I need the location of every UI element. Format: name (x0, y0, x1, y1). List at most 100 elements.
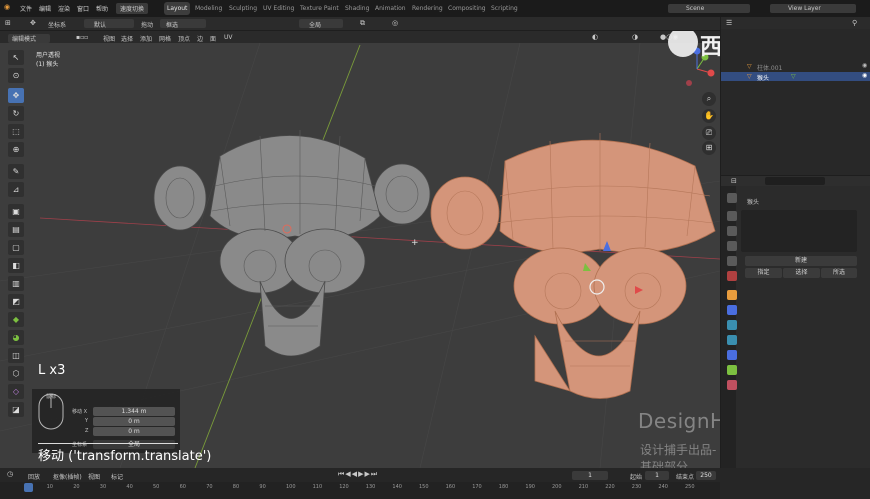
monkey-mesh-selected[interactable] (425, 121, 720, 401)
zoom-icon[interactable]: ⌕ (702, 92, 716, 106)
bevel-tool[interactable]: ◧ (8, 258, 24, 273)
move-y-field[interactable]: 0 m (93, 417, 175, 426)
move-z-field[interactable]: 0 m (93, 427, 175, 436)
scene-selector[interactable]: Scene (668, 4, 750, 13)
current-frame-field[interactable]: 1 (572, 471, 608, 480)
tab-output-icon[interactable] (727, 226, 737, 236)
move-x-field[interactable]: 1.344 m (93, 407, 175, 416)
inset-tool[interactable]: ▢ (8, 240, 24, 255)
vertex-group-list[interactable] (741, 210, 857, 252)
tab-constraints-icon[interactable] (727, 350, 737, 360)
tab-object-icon[interactable] (727, 290, 737, 300)
tab-compositing[interactable]: Compositing (445, 2, 489, 15)
move-tool[interactable]: ✥ (8, 88, 24, 103)
measure-tool[interactable]: ⊿ (8, 182, 24, 197)
menu-marker[interactable]: 标记 (111, 472, 123, 481)
tab-modifier-icon[interactable] (727, 305, 737, 315)
menu-timeline-view[interactable]: 视图 (88, 472, 100, 481)
tab-physics-icon[interactable] (727, 335, 737, 345)
rip-tool[interactable]: ◪ (8, 402, 24, 417)
drag-dropdown[interactable]: 框选 (160, 19, 206, 29)
3d-viewport[interactable]: 编辑模式 ▪▫▫ 视图 选择 添加 网格 顶点 边 面 UV ◐ ◑ ●○◉ + (0, 31, 720, 468)
tab-layout[interactable]: Layout (164, 2, 191, 15)
pivot-dropdown[interactable]: 全局 (299, 19, 343, 29)
mesh-icon: ▽ (747, 73, 752, 80)
playback-controls-icon[interactable]: ⏮◀◀▶▶⏭ (338, 470, 378, 479)
mode-switch-button[interactable]: 速度切换 (116, 3, 149, 14)
filter-icon[interactable]: ⚲ (852, 19, 857, 27)
menu-help[interactable]: 帮助 (96, 4, 108, 13)
playhead[interactable] (24, 483, 33, 492)
rotate-tool[interactable]: ↻ (8, 106, 24, 121)
shear-tool[interactable]: ◇ (8, 384, 24, 399)
grid-view-icon[interactable]: ⊞ (702, 141, 716, 155)
deselect-button[interactable]: 所选 (821, 268, 857, 278)
tab-view-layer-icon[interactable] (727, 241, 737, 251)
visibility-eye-icon[interactable]: ◉ (862, 72, 867, 79)
outliner-type-icon[interactable]: ☰ (726, 19, 732, 27)
add-cube-tool[interactable]: ▣ (8, 204, 24, 219)
end-frame-field[interactable]: 250 (696, 471, 716, 480)
tab-material-icon[interactable] (727, 380, 737, 390)
camera-view-icon[interactable]: ⎚ (702, 126, 716, 140)
poly-build-tool[interactable]: ◆ (8, 312, 24, 327)
editor-type-icon[interactable]: ⊞ (5, 19, 11, 27)
shrink-tool[interactable]: ⬡ (8, 366, 24, 381)
tab-particles-icon[interactable] (727, 320, 737, 330)
visibility-eye-icon[interactable]: ◉ (862, 62, 867, 69)
drag-value: 框选 (166, 22, 179, 29)
menu-edit[interactable]: 编辑 (39, 4, 51, 13)
select-button[interactable]: 选择 (783, 268, 820, 278)
tab-uv-editing[interactable]: UV Editing (260, 2, 297, 15)
tab-rendering[interactable]: Rendering (409, 2, 446, 15)
orientation-dropdown[interactable]: 默认 (84, 19, 134, 29)
menu-keying[interactable]: 抠像(插帧) (53, 472, 82, 481)
properties-search[interactable] (765, 177, 825, 185)
tab-world-icon[interactable] (727, 271, 737, 281)
snap-icon[interactable]: ⧉ (360, 19, 365, 28)
tab-scripting[interactable]: Scripting (488, 2, 521, 15)
new-button[interactable]: 新建 (745, 256, 857, 266)
tab-texture-paint[interactable]: Texture Paint (297, 2, 342, 15)
tab-modeling[interactable]: Modeling (192, 2, 225, 15)
drag-label: 拖动 (141, 22, 154, 29)
move-tool-icon[interactable]: ✥ (30, 19, 36, 27)
spin-tool[interactable]: ◕ (8, 330, 24, 345)
loop-cut-tool[interactable]: ▥ (8, 276, 24, 291)
mesh-data-icon: ▽ (791, 73, 796, 80)
monkey-mesh-grey[interactable] (150, 116, 440, 356)
menu-playback[interactable]: 回放 (28, 472, 40, 481)
tab-tool-icon[interactable] (727, 193, 737, 203)
menu-file[interactable]: 文件 (20, 4, 32, 13)
proportional-edit-icon[interactable]: ◎ (392, 19, 398, 27)
timeline-tick: 120 (339, 484, 349, 490)
tab-shading[interactable]: Shading (342, 2, 372, 15)
view-layer-selector[interactable]: View Layer (770, 4, 856, 13)
loop-cut-icon: ▥ (12, 279, 20, 288)
extrude-tool[interactable]: ▤ (8, 222, 24, 237)
annotate-tool[interactable]: ✎ (8, 164, 24, 179)
tab-sculpting[interactable]: Sculpting (226, 2, 260, 15)
tab-data-icon[interactable] (727, 365, 737, 375)
smooth-tool[interactable]: ◫ (8, 348, 24, 363)
transform-tool[interactable]: ⊕ (8, 142, 24, 157)
start-frame-field[interactable]: 1 (645, 471, 669, 480)
scale-tool[interactable]: ⬚ (8, 124, 24, 139)
knife-tool[interactable]: ◩ (8, 294, 24, 309)
select-tool[interactable]: ↖ (8, 50, 24, 65)
tab-animation[interactable]: Animation (372, 2, 409, 15)
tab-render-icon[interactable] (727, 211, 737, 221)
timeline-type-icon[interactable]: ◷ (7, 470, 13, 478)
ruler-icon: ⊿ (12, 185, 20, 194)
assign-button[interactable]: 指定 (745, 268, 782, 278)
menu-render[interactable]: 渲染 (58, 4, 70, 13)
blender-logo-icon[interactable]: ◉ (4, 3, 10, 11)
menu-window[interactable]: 窗口 (77, 4, 89, 13)
properties-type-icon[interactable]: ⊟ (731, 177, 737, 185)
cursor-tool[interactable]: ⊙ (8, 68, 24, 83)
pan-hand-icon[interactable]: ✋ (702, 109, 716, 123)
list-item[interactable]: ▽ 猴头 ▽ ◉ (721, 72, 870, 82)
tab-scene-icon[interactable] (727, 256, 737, 266)
list-item[interactable]: ▽ 柱体.001 ◉ (721, 62, 870, 72)
axis-z-label: Z (85, 428, 89, 434)
